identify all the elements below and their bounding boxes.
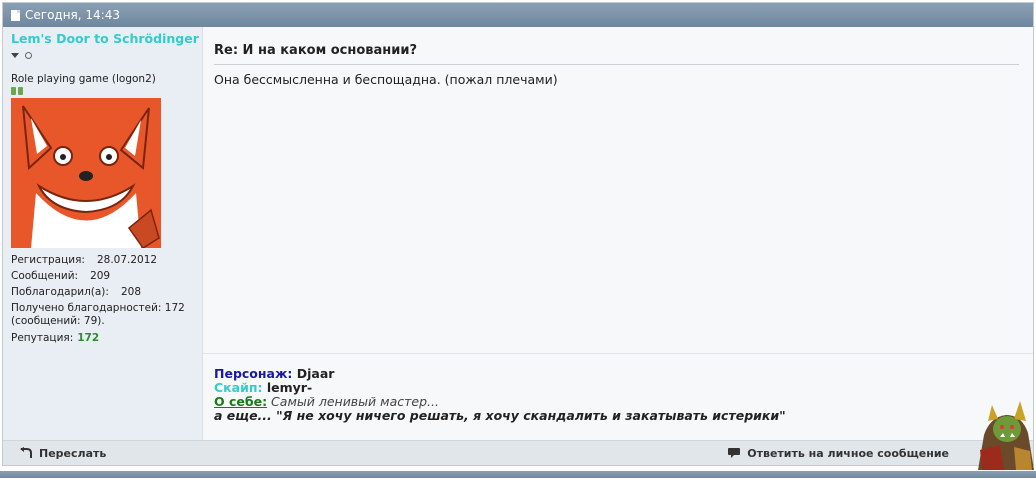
post-doc-icon	[11, 9, 20, 21]
avatar[interactable]	[11, 98, 161, 248]
forum-post: Сегодня, 14:43 Lem's Door to Schrödinger…	[2, 2, 1034, 466]
stat-value: 208	[120, 286, 141, 298]
stat-label: Поблагодарил(а):	[11, 286, 109, 298]
signature: Персонаж: Djaar Скайп: lemyr- О себе: Са…	[203, 353, 1033, 423]
reply-pm-label: Ответить на личное сообщение	[747, 446, 949, 460]
signature-character: Персонаж: Djaar	[214, 367, 1022, 381]
stat-label: Регистрация:	[11, 254, 85, 266]
signature-about-value: Самый ленивый мастер...	[267, 394, 439, 409]
user-menu-row	[11, 52, 194, 59]
post-body: Она бессмысленна и беспощадна. (пожал пл…	[214, 72, 558, 87]
stat-thanked: Поблагодарил(а): 208	[11, 284, 194, 300]
signature-about-label: О себе:	[214, 394, 268, 409]
speech-bubble-icon	[728, 448, 741, 458]
forward-arrow-icon	[20, 447, 32, 458]
next-post-header	[0, 471, 1036, 478]
username-link[interactable]: Lem's Door to Schrödinger	[11, 31, 199, 46]
orc-warrior-icon	[978, 401, 1034, 470]
offline-status-icon	[25, 52, 32, 59]
post-footer: Переслать Ответить на личное сообщение	[3, 440, 1033, 465]
reply-pm-button[interactable]: Ответить на личное сообщение	[727, 447, 949, 460]
post-content: Re: И на каком основании? Она бессмыслен…	[203, 27, 1033, 440]
stat-value: 209	[90, 270, 111, 282]
post-timestamp: Сегодня, 14:43	[25, 8, 120, 22]
reputation-value: 172	[77, 332, 100, 344]
stat-value: 28.07.2012	[96, 254, 158, 266]
signature-about: О себе: Самый ленивый мастер...	[214, 395, 1022, 409]
signature-skype-value: lemyr-	[262, 380, 313, 395]
stat-reputation: Репутация: 172	[11, 330, 194, 346]
reputation-pips	[11, 87, 194, 95]
post-header: Сегодня, 14:43	[3, 3, 1033, 27]
stat-label: Репутация:	[11, 332, 74, 344]
user-rank: Role playing game (logon2)	[11, 73, 156, 85]
stat-registration: Регистрация: 28.07.2012	[11, 252, 194, 268]
reputation-pip-icon	[11, 87, 16, 95]
reputation-pip-icon	[18, 87, 23, 95]
signature-skype-label: Скайп:	[214, 380, 263, 395]
signature-skype: Скайп: lemyr-	[214, 381, 1022, 395]
stat-received-thanks: Получено благодарностей: 172 (сообщений:…	[11, 302, 185, 327]
forward-label: Переслать	[39, 446, 107, 460]
title-divider	[214, 64, 1019, 65]
user-stats: Регистрация: 28.07.2012 Сообщений: 209 П…	[11, 252, 194, 346]
post-title: Re: И на каком основании?	[214, 43, 418, 58]
stat-messages: Сообщений: 209	[11, 268, 194, 284]
user-info-panel: Lem's Door to Schrödinger Role playing g…	[3, 27, 203, 440]
chevron-down-icon[interactable]	[11, 53, 19, 58]
forward-button[interactable]: Переслать	[19, 447, 106, 460]
signature-quote: а еще... "Я не хочу ничего решать, я хоч…	[214, 408, 786, 423]
signature-character-label: Персонаж:	[214, 366, 293, 381]
stat-label: Сообщений:	[11, 270, 79, 282]
signature-character-value: Djaar	[292, 366, 335, 381]
